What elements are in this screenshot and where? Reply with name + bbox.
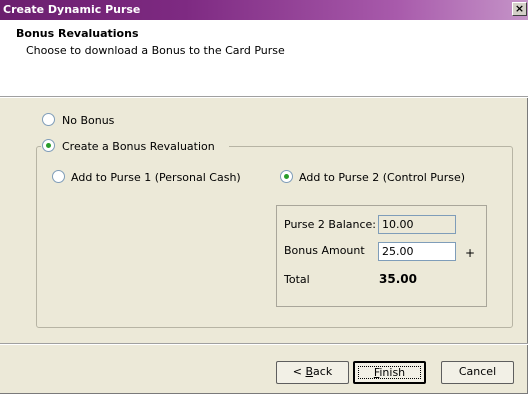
create-bonus-radio[interactable] — [42, 139, 55, 152]
header-subtitle: Choose to download a Bonus to the Card P… — [26, 44, 285, 57]
cancel-button[interactable]: Cancel — [441, 361, 514, 384]
purse2-label[interactable]: Add to Purse 2 (Control Purse) — [299, 171, 465, 184]
finish-button[interactable]: Finish — [353, 361, 426, 384]
balance-label: Purse 2 Balance: — [284, 218, 377, 231]
wizard-header: Bonus Revaluations Choose to download a … — [0, 20, 528, 96]
header-title: Bonus Revaluations — [16, 27, 139, 40]
footer-divider — [0, 343, 528, 345]
back-button[interactable]: < Back — [276, 361, 349, 384]
purse1-radio[interactable] — [52, 170, 65, 183]
header-divider — [0, 96, 528, 98]
total-label: Total — [284, 273, 310, 286]
back-rest: ack — [313, 365, 333, 378]
close-icon[interactable]: × — [512, 2, 527, 16]
purse2-radio[interactable] — [280, 170, 293, 183]
bonus-amount-label: Bonus Amount — [284, 244, 365, 257]
back-mnemonic: B — [305, 365, 314, 378]
create-bonus-label[interactable]: Create a Bonus Revaluation — [62, 140, 215, 153]
window-title: Create Dynamic Purse — [3, 3, 141, 16]
title-bar[interactable]: Create Dynamic Purse × — [0, 0, 528, 20]
finish-focus-ring — [358, 366, 421, 379]
purse1-label[interactable]: Add to Purse 1 (Personal Cash) — [71, 171, 241, 184]
no-bonus-radio[interactable] — [42, 113, 55, 126]
total-value: 35.00 — [379, 272, 417, 286]
back-prefix: < — [292, 365, 306, 378]
plus-sign: + — [465, 246, 476, 260]
bonus-amount-input[interactable]: 25.00 — [378, 242, 456, 261]
no-bonus-label[interactable]: No Bonus — [62, 114, 114, 127]
dialog-window: Create Dynamic Purse × Bonus Revaluation… — [0, 0, 528, 394]
balance-field: 10.00 — [378, 215, 456, 234]
